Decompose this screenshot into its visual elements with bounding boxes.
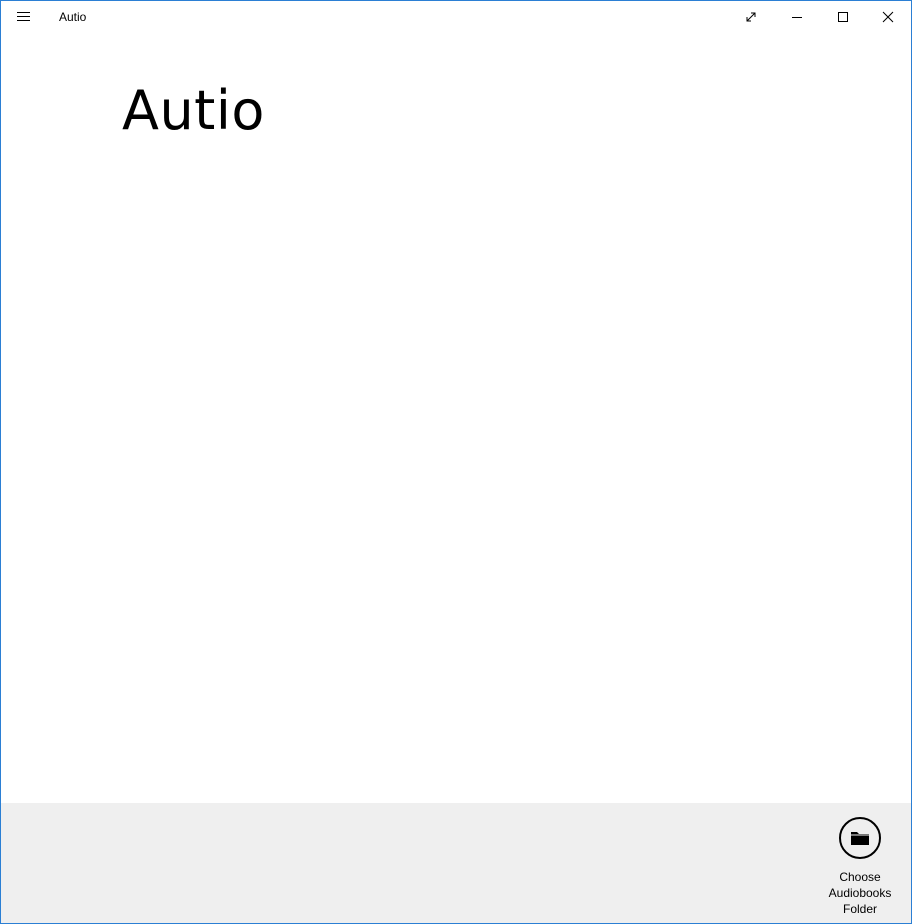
title-bar: Autio bbox=[1, 1, 911, 33]
folder-button-circle bbox=[839, 817, 881, 859]
folder-icon bbox=[851, 832, 869, 845]
page-title: Autio bbox=[122, 79, 265, 142]
close-button[interactable] bbox=[865, 1, 911, 33]
minimize-icon bbox=[792, 17, 802, 18]
maximize-icon bbox=[838, 12, 848, 22]
maximize-button[interactable] bbox=[820, 1, 866, 33]
hamburger-icon bbox=[17, 12, 30, 21]
command-bar: Choose Audiobooks Folder bbox=[1, 803, 911, 923]
fullscreen-icon bbox=[746, 12, 756, 22]
app-window: Autio Autio Choose Audiobooks Folder bbox=[0, 0, 912, 924]
choose-folder-label: Choose Audiobooks Folder bbox=[828, 870, 892, 916]
minimize-button[interactable] bbox=[774, 1, 820, 33]
fullscreen-button[interactable] bbox=[728, 1, 774, 33]
window-title: Autio bbox=[59, 10, 87, 24]
choose-audiobooks-folder-button[interactable]: Choose Audiobooks Folder bbox=[816, 817, 904, 917]
close-icon bbox=[882, 11, 894, 23]
hamburger-menu-button[interactable] bbox=[1, 1, 47, 33]
